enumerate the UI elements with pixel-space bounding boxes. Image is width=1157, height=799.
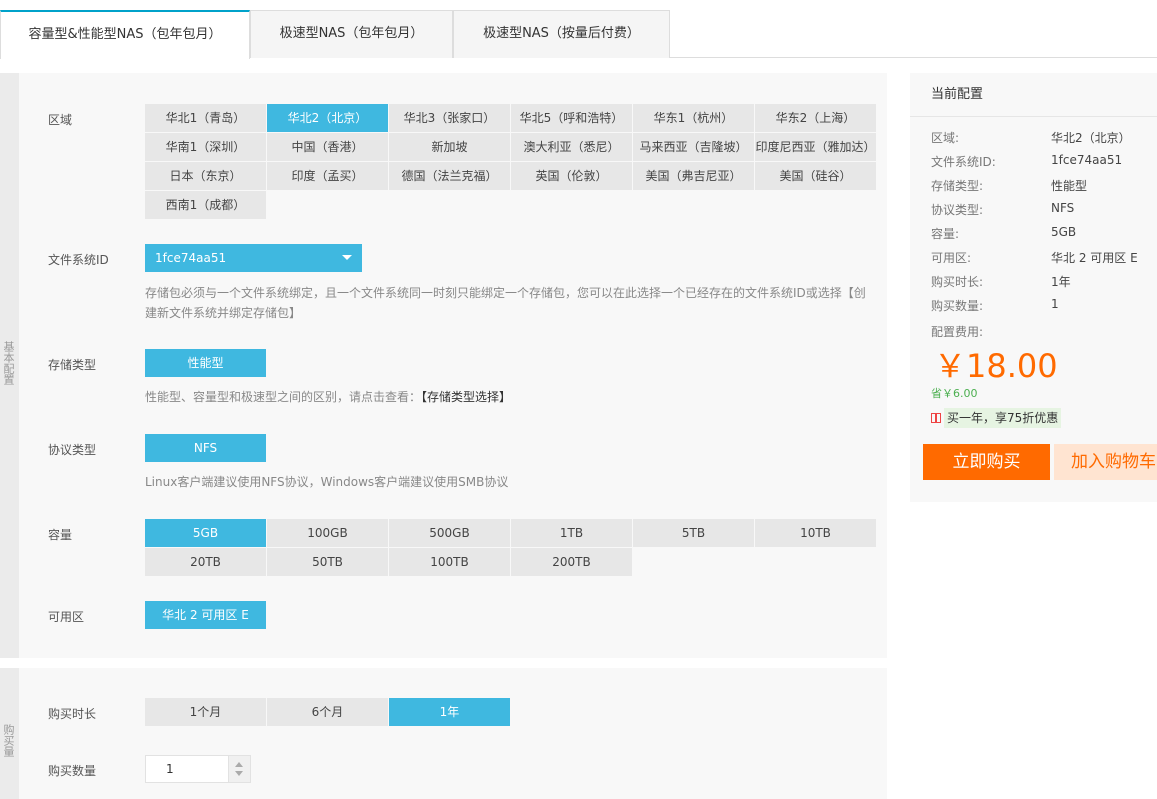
summary-value: 1年 — [1051, 275, 1071, 289]
quantity-stepper[interactable]: 1 — [145, 755, 251, 783]
summary-key: 购买时长: — [931, 275, 984, 289]
filesystem-hint-line1: 存储包必须与一个文件系统绑定，且一个文件系统同一时刻只能绑定一个存储包，您可以在… — [145, 286, 866, 300]
basic-config-section: 基本配置 区域 华北1（青岛） 华北2（北京） 华北3（张家口） 华北5（呼和浩特）华… — [0, 73, 887, 658]
storage-type-help-link[interactable]: 【存储类型选择】 — [421, 390, 511, 404]
region-option[interactable]: 印度尼西亚（雅加达） — [755, 133, 876, 161]
filesystem-select-value: 1fce74aa51 — [155, 251, 227, 265]
gift-icon — [931, 413, 941, 423]
summary-key: 文件系统ID: — [931, 155, 996, 169]
add-to-cart-button[interactable]: 加入购物车 — [1054, 444, 1157, 480]
current-config-title: 当前配置 — [910, 73, 1157, 117]
capacity-option[interactable]: 5GB — [145, 519, 266, 547]
storage-type-hint-text: 性能型、容量型和极速型之间的区别，请点击查看： — [145, 390, 422, 404]
summary-key: 容量: — [931, 227, 960, 241]
summary-key: 区域: — [931, 131, 960, 145]
summary-key: 购买数量: — [931, 299, 984, 313]
purchase-section-label: 购买量 — [2, 724, 15, 757]
duration-option[interactable]: 6个月 — [267, 698, 388, 726]
tab-capacity-performance-nas[interactable]: 容量型&性能型NAS（包年包月） — [0, 10, 250, 59]
summary-key: 可用区: — [931, 251, 972, 265]
nas-purchase-page: 容量型&性能型NAS（包年包月） 极速型NAS（包年包月） 极速型NAS（按量后… — [0, 0, 1157, 799]
basic-config-section-label: 基本配置 — [2, 341, 15, 385]
region-option[interactable]: 日本（东京） — [145, 162, 266, 190]
capacity-option[interactable]: 50TB — [267, 548, 388, 576]
region-option[interactable]: 西南1（成都） — [145, 191, 266, 219]
capacity-option[interactable]: 200TB — [511, 548, 632, 576]
capacity-option[interactable]: 20TB — [145, 548, 266, 576]
region-option[interactable]: 美国（弗吉尼亚） — [633, 162, 754, 190]
region-option[interactable]: 新加坡 — [389, 133, 510, 161]
summary-value: 华北 2 可用区 E — [1051, 251, 1138, 265]
filesystem-select[interactable]: 1fce74aa51 — [145, 244, 362, 272]
capacity-option[interactable]: 1TB — [511, 519, 632, 547]
region-option[interactable]: 华北5（呼和浩特） — [511, 104, 632, 132]
chevron-down-icon — [342, 255, 352, 260]
region-option[interactable]: 华南1（深圳） — [145, 133, 266, 161]
capacity-option[interactable]: 10TB — [755, 519, 876, 547]
saving-text: 省￥6.00 — [931, 387, 978, 400]
summary-key: 协议类型: — [931, 203, 984, 217]
duration-label: 购买时长 — [48, 707, 97, 721]
fee-label: 配置费用: — [931, 325, 984, 339]
storage-type-hint: 性能型、容量型和极速型之间的区别，请点击查看：【存储类型选择】 — [145, 387, 870, 407]
region-option[interactable]: 华东1（杭州） — [633, 104, 754, 132]
duration-option[interactable]: 1年 — [389, 698, 510, 726]
filesystem-hint: 存储包必须与一个文件系统绑定，且一个文件系统同一时刻只能绑定一个存储包，您可以在… — [145, 283, 870, 323]
region-option[interactable]: 英国（伦敦） — [511, 162, 632, 190]
protocol-hint: Linux客户端建议使用NFS协议，Windows客户端建议使用SMB协议 — [145, 475, 509, 489]
region-option[interactable]: 华北1（青岛） — [145, 104, 266, 132]
region-option[interactable]: 澳大利亚（悉尼） — [511, 133, 632, 161]
tab-extreme-nas-subscription[interactable]: 极速型NAS（包年包月） — [250, 10, 453, 58]
summary-value: 1fce74aa51 — [1051, 153, 1123, 167]
region-option[interactable]: 华北2（北京） — [267, 104, 388, 132]
summary-value: 华北2（北京） — [1051, 131, 1131, 145]
duration-option[interactable]: 1个月 — [145, 698, 266, 726]
promo-text: 买一年，享75折优惠 — [944, 408, 1062, 428]
product-tabs: 容量型&性能型NAS（包年包月） 极速型NAS（包年包月） 极速型NAS（按量后… — [0, 10, 1157, 59]
current-config-panel: 当前配置 区域: 华北2（北京） 文件系统ID: 1fce74aa51 存储类型: 性能型… — [910, 73, 1157, 502]
region-option[interactable]: 华东2（上海） — [755, 104, 876, 132]
tab-extreme-nas-payg[interactable]: 极速型NAS（按量后付费） — [453, 10, 670, 58]
chevron-down-icon[interactable] — [235, 771, 243, 776]
capacity-option[interactable]: 5TB — [633, 519, 754, 547]
quantity-stepper-arrows[interactable] — [228, 756, 250, 782]
region-option[interactable]: 印度（孟买） — [267, 162, 388, 190]
purchase-section: 购买量 购买时长 1个月 6个月 1年 购买数量 1 — [0, 668, 887, 799]
region-option[interactable]: 中国（香港） — [267, 133, 388, 161]
summary-value: 1 — [1051, 297, 1059, 311]
protocol-label: 协议类型 — [48, 443, 97, 457]
quantity-label: 购买数量 — [48, 764, 97, 778]
basic-config-sidebar: 基本配置 — [0, 73, 19, 658]
storage-type-option[interactable]: 性能型 — [145, 349, 266, 377]
summary-value: 性能型 — [1051, 179, 1088, 193]
summary-value: 5GB — [1051, 225, 1077, 239]
region-option[interactable]: 马来西亚（吉隆坡） — [633, 133, 754, 161]
quantity-value[interactable]: 1 — [166, 756, 174, 782]
capacity-option[interactable]: 100TB — [389, 548, 510, 576]
summary-key: 存储类型: — [931, 179, 984, 193]
capacity-option[interactable]: 500GB — [389, 519, 510, 547]
region-option[interactable]: 华北3（张家口） — [389, 104, 510, 132]
filesystem-hint-line2[interactable]: 建新文件系统并绑定存储包】 — [145, 303, 870, 323]
buy-now-button[interactable]: 立即购买 — [923, 444, 1050, 480]
chevron-up-icon[interactable] — [235, 762, 243, 767]
price-value: ￥18.00 — [934, 347, 1058, 385]
storage-type-label: 存储类型 — [48, 358, 97, 372]
summary-value: NFS — [1051, 201, 1075, 215]
region-option[interactable]: 美国（硅谷） — [755, 162, 876, 190]
capacity-option[interactable]: 100GB — [267, 519, 388, 547]
zone-option[interactable]: 华北 2 可用区 E — [145, 601, 266, 629]
protocol-option[interactable]: NFS — [145, 434, 266, 462]
capacity-label: 容量 — [48, 528, 73, 542]
region-label: 区域 — [48, 113, 73, 127]
region-option[interactable]: 德国（法兰克福） — [389, 162, 510, 190]
purchase-sidebar: 购买量 — [0, 668, 19, 799]
zone-label: 可用区 — [48, 610, 85, 624]
filesystem-label: 文件系统ID — [48, 253, 109, 267]
